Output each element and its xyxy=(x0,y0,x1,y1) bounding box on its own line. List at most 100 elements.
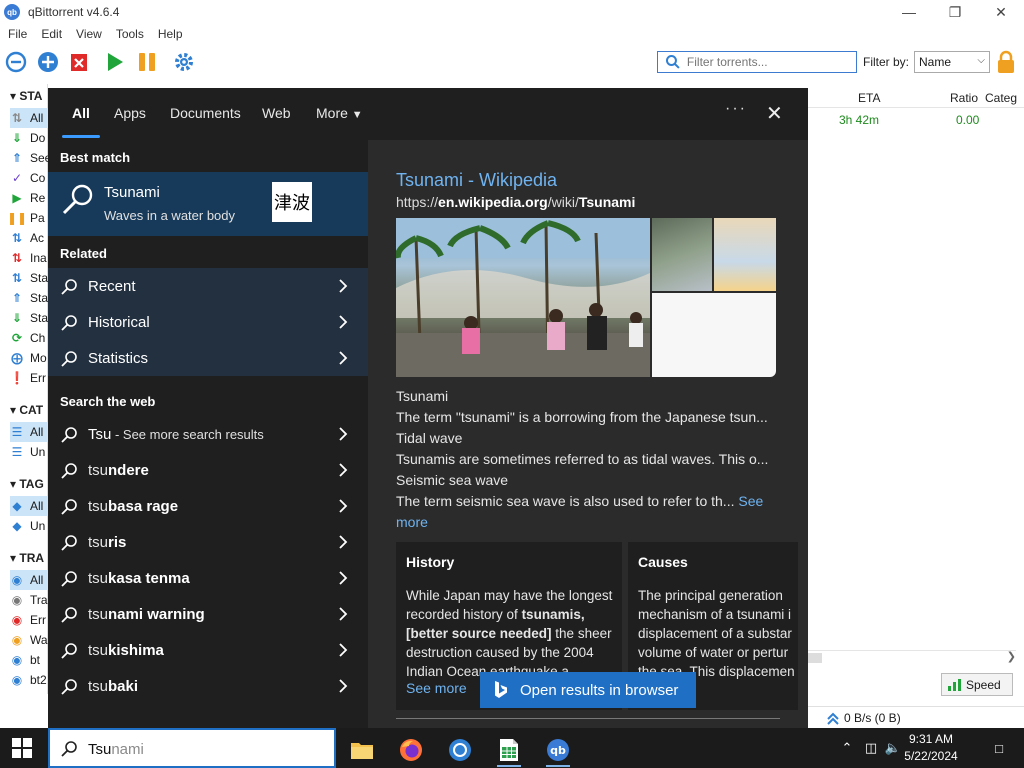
tracker-bt2[interactable]: ◉ bt2 xyxy=(10,670,47,690)
tab-apps[interactable]: Apps xyxy=(114,105,146,121)
taskbar-search-text[interactable]: Tsunami xyxy=(88,741,144,758)
column-category[interactable]: Categ xyxy=(985,91,1017,105)
filter-by-select[interactable]: Name ⌵ xyxy=(914,51,990,73)
menu-tools[interactable]: Tools xyxy=(116,27,144,41)
filter-torrents-input[interactable] xyxy=(686,55,856,69)
tab-web[interactable]: Web xyxy=(262,105,291,121)
status-errored[interactable]: ❗ Err xyxy=(10,368,46,388)
firefox-taskbar-button[interactable] xyxy=(393,732,429,768)
menu-file[interactable]: File xyxy=(8,27,27,41)
delete-torrent-button[interactable] xyxy=(68,51,90,73)
status-inactive[interactable]: ⇅ Ina xyxy=(10,248,47,268)
status-stalled[interactable]: ⇅ Sta xyxy=(10,268,48,288)
web-result-see-more[interactable]: Tsu - See more search results xyxy=(48,416,368,452)
tag-untagged[interactable]: ◆ Un xyxy=(10,516,45,536)
status-completed[interactable]: ✓ Co xyxy=(10,168,45,188)
close-icon[interactable]: ✕ xyxy=(766,101,783,126)
options-button[interactable] xyxy=(173,51,195,73)
see-more-link[interactable]: See xyxy=(738,493,763,509)
status-resumed[interactable]: ▶ Re xyxy=(10,188,45,208)
related-item-statistics[interactable]: Statistics xyxy=(48,340,368,376)
status-stalled-uploading[interactable]: ⇑ Sta xyxy=(10,288,48,308)
category-all[interactable]: ☰ All xyxy=(10,422,50,442)
history-see-more-link[interactable]: See more xyxy=(406,680,471,696)
chrome-taskbar-button[interactable] xyxy=(442,732,478,768)
add-torrent-button[interactable] xyxy=(37,51,59,73)
trackers-header[interactable]: ▾ TRA xyxy=(10,551,44,565)
file-explorer-taskbar-button[interactable] xyxy=(344,732,380,768)
column-ratio[interactable]: Ratio xyxy=(950,91,978,105)
status-stalled-downloading[interactable]: ⇓ Sta xyxy=(10,308,48,328)
preview-heading-tidal-wave: Tidal wave xyxy=(396,430,463,446)
add-link-button[interactable] xyxy=(5,51,27,73)
check-icon: ✓ xyxy=(11,171,23,185)
status-checking[interactable]: ⟳ Ch xyxy=(10,328,45,348)
clock[interactable]: 9:31 AM 5/22/2024 xyxy=(896,731,966,765)
tracker-all[interactable]: ◉ All xyxy=(10,570,50,590)
preview-title-link[interactable]: Tsunami - Wikipedia xyxy=(396,170,557,191)
web-result-tsundere[interactable]: tsundere xyxy=(48,452,368,488)
network-icon[interactable]: ◫ xyxy=(862,739,880,757)
web-result-tsubaki[interactable]: tsubaki xyxy=(48,668,368,704)
scroll-right-icon[interactable]: ❯ xyxy=(1007,650,1016,663)
status-moving[interactable]: ⨁ Mo xyxy=(10,348,47,368)
category-uncategorized[interactable]: ☰ Un xyxy=(10,442,46,462)
status-active[interactable]: ⇅ Ac xyxy=(10,228,44,248)
status-seeding[interactable]: ⇑ See xyxy=(10,148,51,168)
best-match-item[interactable]: Tsunami Waves in a water body 津波 xyxy=(48,172,368,236)
web-result-tsukasa-tenma[interactable]: tsukasa tenma xyxy=(48,560,368,596)
web-result-tsubasa-rage[interactable]: tsubasa rage xyxy=(48,488,368,524)
pause-button[interactable] xyxy=(136,51,158,73)
preview-see-more-cont[interactable]: more xyxy=(396,512,428,533)
related-item-historical[interactable]: Historical xyxy=(48,304,368,340)
more-options-icon[interactable]: ··· xyxy=(725,100,747,118)
speed-button[interactable]: Speed xyxy=(941,673,1013,696)
tags-header[interactable]: ▾ TAG xyxy=(10,477,44,491)
notifications-icon[interactable]: □ xyxy=(990,739,1008,757)
web-result-tsunami-warning[interactable]: tsunami warning xyxy=(48,596,368,632)
filter-torrents-field[interactable] xyxy=(657,51,857,73)
spreadsheet-taskbar-button[interactable] xyxy=(491,732,527,768)
tracker-bt1[interactable]: ◉ bt xyxy=(10,650,40,670)
tag-all[interactable]: ◆ All xyxy=(10,496,50,516)
close-window-button[interactable]: ✕ xyxy=(978,0,1024,24)
menu-help[interactable]: Help xyxy=(158,27,183,41)
status-all[interactable]: ⇅ All xyxy=(10,108,50,128)
open-results-in-browser-button[interactable]: Open results in browser xyxy=(480,672,696,708)
windows-start-icon[interactable] xyxy=(12,738,32,758)
system-tray: ⌃ ◫ 🔈 9:31 AM 5/22/2024 □ xyxy=(824,728,1024,768)
menu-edit[interactable]: Edit xyxy=(41,27,62,41)
tracker-trackerless[interactable]: ◉ Tra xyxy=(10,590,48,610)
status-paused[interactable]: ❚❚ Pa xyxy=(6,208,45,228)
minimize-button[interactable]: — xyxy=(886,0,932,24)
tracker-error[interactable]: ◉ Err xyxy=(10,610,46,630)
active-tab-indicator xyxy=(62,135,100,138)
pause-icon: ❚❚ xyxy=(6,211,28,225)
tab-documents[interactable]: Documents xyxy=(170,105,241,121)
web-result-tsukishima[interactable]: tsukishima xyxy=(48,632,368,668)
tracker-warning[interactable]: ◉ Wa xyxy=(10,630,48,650)
show-hidden-icons-icon[interactable]: ⌃ xyxy=(838,739,856,757)
web-result-tsuris[interactable]: tsuris xyxy=(48,524,368,560)
scrollbar-thumb[interactable] xyxy=(808,653,822,663)
tsunami-photo[interactable] xyxy=(396,218,650,377)
column-eta[interactable]: ETA xyxy=(858,91,880,105)
tsunami-diagram-image[interactable] xyxy=(714,218,776,291)
horizontal-scrollbar[interactable]: ❯ xyxy=(808,650,1016,664)
menu-view[interactable]: View xyxy=(76,27,102,41)
status-downloading[interactable]: ⇓ Do xyxy=(10,128,45,148)
resume-button[interactable] xyxy=(104,51,126,73)
categories-header[interactable]: ▾ CAT xyxy=(10,403,43,417)
preview-url[interactable]: https://en.wikipedia.org/wiki/Tsunami xyxy=(396,194,635,210)
status-header[interactable]: ▾ STA xyxy=(10,89,42,103)
taskbar-search-box[interactable]: Tsunami xyxy=(48,728,336,768)
tsunami-aerial-photo[interactable] xyxy=(652,218,712,291)
qbittorrent-taskbar-button[interactable]: qb xyxy=(540,732,576,768)
table-row[interactable]: 3h 42m 0.00 xyxy=(808,112,1024,130)
tab-all[interactable]: All xyxy=(72,105,90,121)
maximize-button[interactable]: ❐ xyxy=(932,0,978,24)
lock-icon[interactable] xyxy=(996,50,1016,74)
preview-pane: Tsunami - Wikipedia https://en.wikipedia… xyxy=(368,140,808,728)
related-item-recent[interactable]: Recent xyxy=(48,268,368,304)
tab-more[interactable]: More ▼ xyxy=(316,105,363,121)
